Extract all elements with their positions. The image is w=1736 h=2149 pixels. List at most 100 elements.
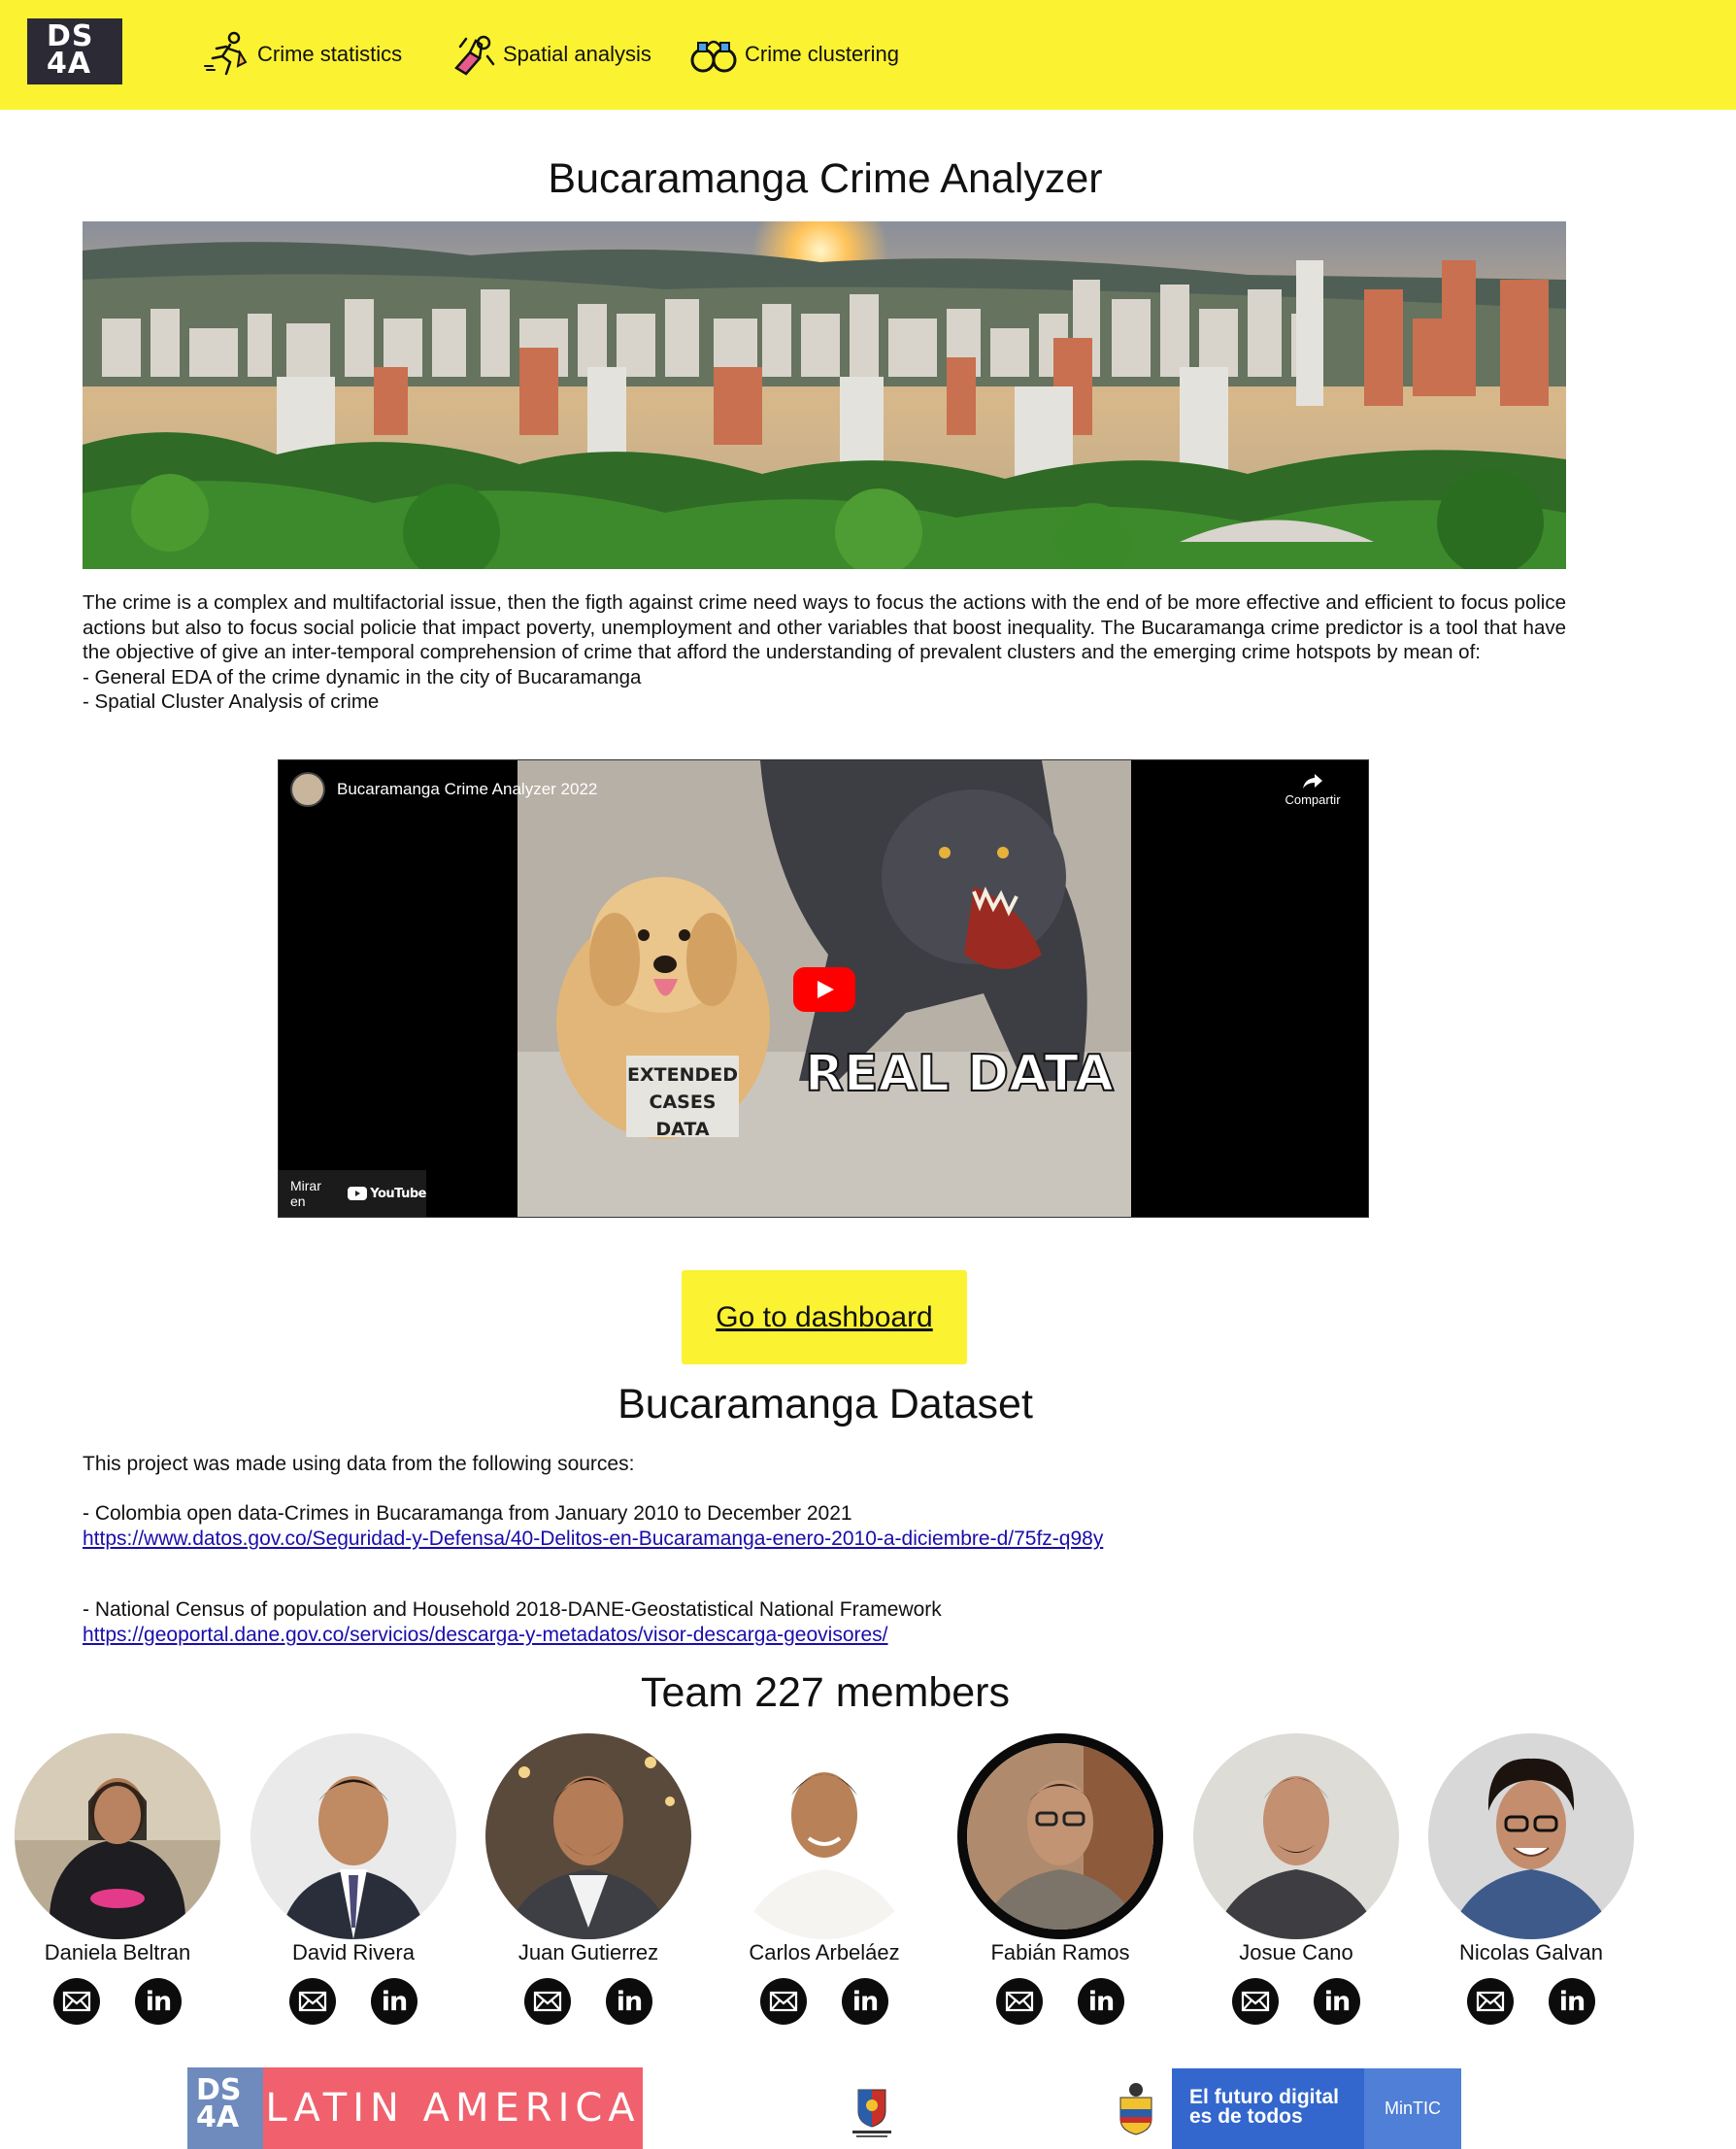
intro-bullet: - Spatial Cluster Analysis of crime xyxy=(83,690,380,713)
nav-label: Spatial analysis xyxy=(503,42,651,66)
dataset-source-2: - National Census of population and Hous… xyxy=(83,1597,942,1648)
team-member-card: Carlos Arbeláez in xyxy=(721,1733,927,2025)
go-to-dashboard-button[interactable]: Go to dashboard xyxy=(682,1270,967,1364)
nav-label: Crime clustering xyxy=(745,42,899,66)
linkedin-button[interactable]: in xyxy=(842,1978,888,2025)
watch-on-label: Mirar en xyxy=(290,1178,321,1209)
member-name: Fabián Ramos xyxy=(990,1940,1130,1964)
dataset-intro: This project was made using data from th… xyxy=(83,1453,635,1475)
member-name: Daniela Beltran xyxy=(44,1940,191,1964)
email-button[interactable] xyxy=(524,1978,571,2025)
member-name: David Rivera xyxy=(292,1940,415,1964)
email-button[interactable] xyxy=(996,1978,1043,2025)
ds4a-latin-america-logo[interactable]: DS 4A LATIN AMERICA xyxy=(187,2067,643,2149)
team-member-card: David Rivera in xyxy=(250,1733,456,2025)
futuro-line2: es de todos xyxy=(1189,2105,1303,2128)
member-name: Carlos Arbeláez xyxy=(749,1940,900,1964)
member-photo xyxy=(15,1733,220,1939)
logo-text-line2: 4A xyxy=(47,47,92,81)
ds4a-line2: 4A xyxy=(196,2100,240,2134)
member-photo xyxy=(485,1733,691,1939)
intro-bullet: - General EDA of the crime dynamic in th… xyxy=(83,665,642,688)
thief-running-icon xyxy=(204,31,248,76)
channel-avatar[interactable] xyxy=(290,772,325,807)
mintic-label: MinTIC xyxy=(1364,2068,1461,2149)
video-title[interactable]: Bucaramanga Crime Analyzer 2022 xyxy=(337,780,597,799)
source-link[interactable]: https://geoportal.dane.gov.co/servicios/… xyxy=(83,1623,942,1648)
futuro-line1: El futuro digital xyxy=(1189,2086,1339,2108)
page-title: Bucaramanga Crime Analyzer xyxy=(548,155,1103,202)
source-description: - Colombia open data-Crimes in Bucaraman… xyxy=(83,1502,852,1525)
member-photo xyxy=(957,1733,1163,1939)
email-button[interactable] xyxy=(53,1978,100,2025)
dataset-title: Bucaramanga Dataset xyxy=(618,1381,1033,1427)
youtube-logo: YouTube xyxy=(348,1187,426,1201)
linkedin-button[interactable]: in xyxy=(135,1978,182,2025)
envelope-icon xyxy=(533,1991,562,2012)
intro-paragraph: The crime is a complex and multifactoria… xyxy=(83,590,1566,715)
member-photo xyxy=(721,1733,927,1939)
share-button[interactable]: Compartir xyxy=(1279,772,1347,807)
youtube-video-embed[interactable]: EXTENDED CASES DATA REAL DATA Bucaramang… xyxy=(278,759,1369,1218)
member-photo xyxy=(1428,1733,1634,1939)
handcuffs-icon xyxy=(690,40,737,73)
futuro-digital-mintic-logo[interactable]: El futuro digital es de todos MinTIC xyxy=(1100,2068,1461,2149)
share-label: Compartir xyxy=(1285,792,1341,807)
linkedin-icon: in xyxy=(851,1986,880,2017)
email-button[interactable] xyxy=(289,1978,336,2025)
colombia-seal-icon xyxy=(1100,2068,1172,2149)
play-button[interactable] xyxy=(793,967,855,1012)
team-title: Team 227 members xyxy=(641,1669,1010,1716)
member-name: Juan Gutierrez xyxy=(517,1940,659,1964)
watch-on-youtube-button[interactable]: Mirar en YouTube xyxy=(279,1170,426,1217)
youtube-label: YouTube xyxy=(370,1186,426,1201)
meme-left-line1: EXTENDED xyxy=(627,1064,738,1086)
linkedin-button[interactable]: in xyxy=(1549,1978,1595,2025)
top-navbar: DS 4A Crime statistics Spatial analysis … xyxy=(0,0,1736,110)
linkedin-icon: in xyxy=(381,1986,409,2017)
team-member-card: Nicolas Galvan in xyxy=(1428,1733,1634,2025)
linkedin-button[interactable]: in xyxy=(1078,1978,1124,2025)
alcaldia-bucaramanga-logo[interactable] xyxy=(843,2084,901,2142)
city-panorama-image xyxy=(83,221,1566,569)
meme-left-line2: CASES xyxy=(650,1091,717,1113)
envelope-icon xyxy=(1005,1991,1034,2012)
envelope-icon xyxy=(1476,1991,1505,2012)
envelope-icon xyxy=(62,1991,91,2012)
share-arrow-icon xyxy=(1303,774,1322,789)
team-member-card: Daniela Beltran in xyxy=(15,1733,220,2025)
envelope-icon xyxy=(298,1991,327,2012)
linkedin-icon: in xyxy=(1323,1986,1352,2017)
member-photo xyxy=(250,1733,456,1939)
latin-america-label: LATIN AMERICA xyxy=(263,2067,643,2149)
email-button[interactable] xyxy=(760,1978,807,2025)
linkedin-icon: in xyxy=(616,1986,644,2017)
linkedin-icon: in xyxy=(1087,1986,1116,2017)
futuro-digital-text: El futuro digital es de todos xyxy=(1172,2068,1364,2149)
handcuffed-hands-icon xyxy=(454,35,495,76)
linkedin-button[interactable]: in xyxy=(1314,1978,1360,2025)
nav-spatial-analysis[interactable]: Spatial analysis xyxy=(447,29,651,80)
source-link[interactable]: https://www.datos.gov.co/Seguridad-y-Def… xyxy=(83,1527,1103,1552)
linkedin-button[interactable]: in xyxy=(606,1978,652,2025)
member-name: Nicolas Galvan xyxy=(1459,1940,1603,1964)
linkedin-button[interactable]: in xyxy=(371,1978,417,2025)
linkedin-icon: in xyxy=(145,1986,173,2017)
envelope-icon xyxy=(1241,1991,1270,2012)
ds4a-logo[interactable]: DS 4A xyxy=(27,18,122,84)
nav-crime-statistics[interactable]: Crime statistics xyxy=(201,29,402,80)
meme-right-text: REAL DATA xyxy=(805,1045,1114,1103)
team-member-card: Juan Gutierrez in xyxy=(485,1733,691,2025)
coat-of-arms-icon xyxy=(852,2089,891,2137)
envelope-icon xyxy=(769,1991,798,2012)
nav-crime-clustering[interactable]: Crime clustering xyxy=(688,29,899,80)
youtube-play-icon xyxy=(348,1187,368,1200)
team-member-card: Fabián Ramos in xyxy=(957,1733,1163,2025)
dataset-source-1: - Colombia open data-Crimes in Bucaraman… xyxy=(83,1501,1103,1552)
email-button[interactable] xyxy=(1232,1978,1279,2025)
ds4a-square: DS 4A xyxy=(187,2067,263,2149)
email-button[interactable] xyxy=(1467,1978,1514,2025)
intro-text: The crime is a complex and multifactoria… xyxy=(83,591,1566,663)
meme-left-line3: DATA xyxy=(655,1119,709,1140)
team-member-card: Josue Cano in xyxy=(1193,1733,1399,2025)
